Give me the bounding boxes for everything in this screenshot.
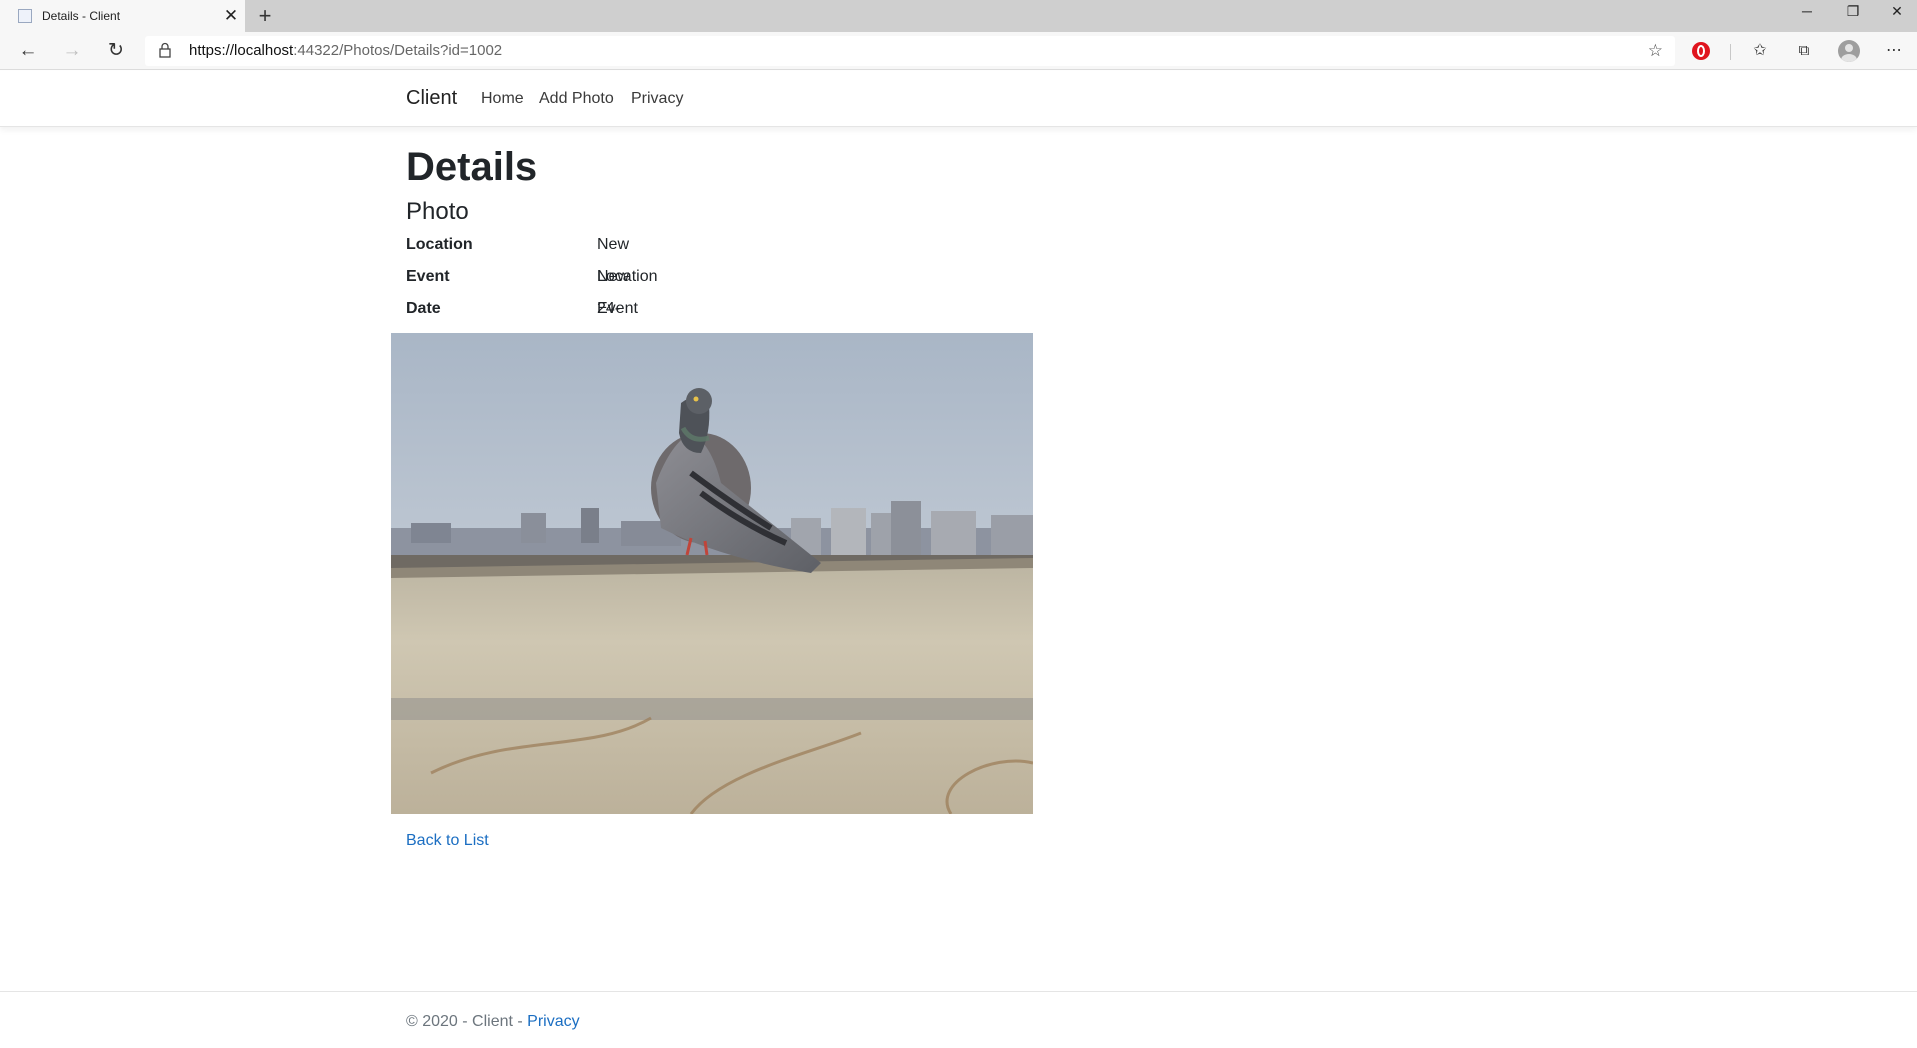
- footer-copyright: © 2020 - Client - Privacy: [406, 1013, 580, 1030]
- browser-tab[interactable]: Details - Client ✕: [0, 0, 245, 32]
- page-favicon-icon: [18, 9, 32, 23]
- site-footer: © 2020 - Client - Privacy: [0, 991, 1917, 1048]
- site-navbar: Client Home Add Photo Privacy: [0, 71, 1917, 127]
- detail-row-date: Date 24-02-2020: [406, 293, 633, 381]
- favorites-list-icon[interactable]: ✩: [1746, 37, 1774, 65]
- tab-close-icon[interactable]: ✕: [217, 6, 245, 26]
- more-menu-icon[interactable]: ⋯: [1880, 37, 1908, 65]
- web-page: Client Home Add Photo Privacy Details Ph…: [0, 71, 1917, 1048]
- close-icon[interactable]: ✕: [1874, 0, 1917, 26]
- nav-link-add-photo[interactable]: Add Photo: [539, 90, 614, 108]
- nav-link-privacy[interactable]: Privacy: [631, 90, 683, 108]
- address-bar[interactable]: https://localhost:44322/Photos/Details?i…: [145, 36, 1675, 66]
- tab-strip: Details - Client ✕ + ─ ❐ ✕: [0, 0, 1917, 32]
- detail-label: Date: [406, 300, 441, 317]
- opera-extension-icon[interactable]: [1692, 42, 1710, 60]
- browser-toolbar: ← → ↻ https://localhost:44322/Photos/Det…: [0, 32, 1917, 70]
- restore-icon[interactable]: ❐: [1830, 0, 1876, 26]
- page-title: Details: [406, 145, 538, 189]
- favorite-star-icon[interactable]: ☆: [1648, 38, 1663, 64]
- tab-title: Details - Client: [42, 9, 121, 23]
- footer-privacy-link[interactable]: Privacy: [527, 1013, 579, 1030]
- detail-row-location: Location New Location: [406, 229, 658, 285]
- back-to-list-link[interactable]: Back to List: [406, 832, 489, 850]
- section-subtitle: Photo: [406, 198, 469, 225]
- pigeon-photo: [391, 333, 1033, 814]
- nav-link-home[interactable]: Home: [481, 90, 524, 108]
- detail-label: Event: [406, 268, 450, 285]
- url-text: https://localhost:44322/Photos/Details?i…: [189, 42, 503, 59]
- refresh-icon[interactable]: ↻: [102, 37, 130, 65]
- forward-arrow-icon[interactable]: →: [58, 37, 86, 65]
- details-section: Details Photo Location New Location Even…: [406, 143, 658, 381]
- new-tab-button[interactable]: +: [252, 3, 278, 29]
- back-arrow-icon[interactable]: ←: [14, 37, 42, 65]
- profile-avatar-icon[interactable]: [1838, 40, 1860, 62]
- detail-row-event: Event New Event: [406, 261, 638, 317]
- collections-icon[interactable]: ⧉: [1790, 37, 1818, 65]
- minimize-icon[interactable]: ─: [1784, 0, 1830, 26]
- detail-label: Location: [406, 236, 473, 253]
- lock-icon: [159, 42, 171, 58]
- details-list: Location New Location Event New Event Da…: [406, 229, 658, 381]
- toolbar-divider: [1730, 44, 1731, 60]
- navbar-brand[interactable]: Client: [406, 87, 457, 110]
